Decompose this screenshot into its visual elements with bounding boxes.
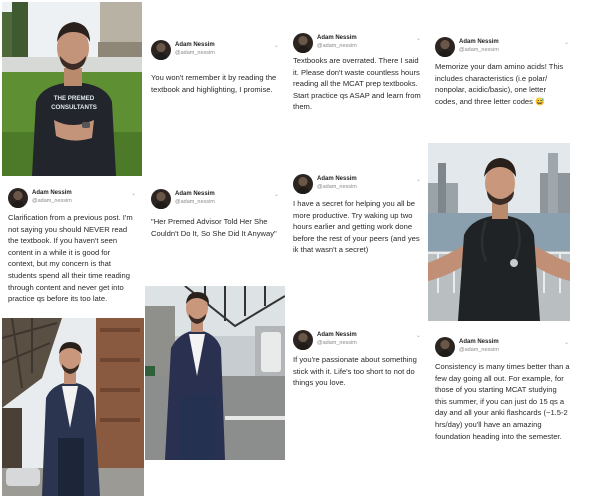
avatar xyxy=(293,174,313,194)
author-name: Adam Nessim xyxy=(175,191,215,197)
tweet-card-6[interactable]: Adam Nessim @adam_nessim ⌄ I have a secr… xyxy=(287,168,427,318)
chevron-down-icon[interactable]: ⌄ xyxy=(274,42,279,49)
shirt-text-line-2: CONSULTANTS xyxy=(51,104,97,111)
author-name: Adam Nessim xyxy=(317,35,357,41)
tweet-card-7[interactable]: Adam Nessim @adam_nessim ⌄ If you're pas… xyxy=(287,324,427,424)
author-handle: @adam_nessim xyxy=(175,199,215,205)
photo-scrubs-stethoscope xyxy=(428,143,570,321)
avatar xyxy=(293,330,313,350)
avatar xyxy=(293,33,313,53)
chevron-down-icon[interactable]: ⌄ xyxy=(274,191,279,198)
author-name: Adam Nessim xyxy=(459,39,499,45)
tweet-text: Clarification from a previous post. I'm … xyxy=(8,213,133,304)
photo-blazer-bridge xyxy=(2,318,144,496)
tweet-card-1[interactable]: Adam Nessim @adam_nessim ⌄ You won't rem… xyxy=(145,34,285,174)
chevron-down-icon[interactable]: ⌄ xyxy=(416,332,421,339)
tweet-text: I have a secret for helping you all be m… xyxy=(293,199,420,255)
author-name: Adam Nessim xyxy=(317,332,357,338)
author-handle: @adam_nessim xyxy=(459,47,499,53)
chevron-down-icon[interactable]: ⌄ xyxy=(131,190,136,197)
shirt-text-line-1: THE PREMED xyxy=(54,95,95,102)
chevron-down-icon[interactable]: ⌄ xyxy=(416,35,421,42)
photo-blazer-street xyxy=(145,286,285,460)
chevron-down-icon[interactable]: ⌄ xyxy=(564,339,569,346)
author-handle: @adam_nessim xyxy=(317,340,357,346)
author-handle: @adam_nessim xyxy=(175,50,215,56)
author-name: Adam Nessim xyxy=(317,176,357,182)
chevron-down-icon[interactable]: ⌄ xyxy=(564,39,569,46)
avatar xyxy=(435,337,455,357)
tweet-text: Consistency is many times better than a … xyxy=(435,362,570,441)
author-handle: @adam_nessim xyxy=(317,184,357,190)
tweet-text: Memorize your dam amino acids! This incl… xyxy=(435,62,564,106)
tweet-text: "Her Premed Advisor Told Her She Couldn'… xyxy=(151,217,277,238)
tweet-card-4[interactable]: Adam Nessim @adam_nessim ⌄ Clarification… xyxy=(2,182,142,312)
chevron-down-icon[interactable]: ⌄ xyxy=(416,176,421,183)
tweet-card-8[interactable]: Adam Nessim @adam_nessim ⌄ Consistency i… xyxy=(429,331,575,496)
tweet-text: You won't remember it by reading the tex… xyxy=(151,73,277,94)
author-handle: @adam_nessim xyxy=(459,347,499,353)
tweet-text: Textbooks are overrated. There I said it… xyxy=(293,56,421,112)
author-name: Adam Nessim xyxy=(32,190,72,196)
author-handle: @adam_nessim xyxy=(317,43,357,49)
tweet-card-5[interactable]: Adam Nessim @adam_nessim ⌄ "Her Premed A… xyxy=(145,183,285,283)
author-name: Adam Nessim xyxy=(459,339,499,345)
author-handle: @adam_nessim xyxy=(32,198,72,204)
photo-premed-consultants-shirt: THE PREMED CONSULTANTS xyxy=(2,2,142,176)
avatar xyxy=(435,37,455,57)
avatar xyxy=(151,189,171,209)
author-name: Adam Nessim xyxy=(175,42,215,48)
tweet-text: If you're passionate about something sti… xyxy=(293,355,417,388)
tweet-card-2[interactable]: Adam Nessim @adam_nessim ⌄ Textbooks are… xyxy=(287,27,427,167)
avatar xyxy=(151,40,171,60)
avatar xyxy=(8,188,28,208)
